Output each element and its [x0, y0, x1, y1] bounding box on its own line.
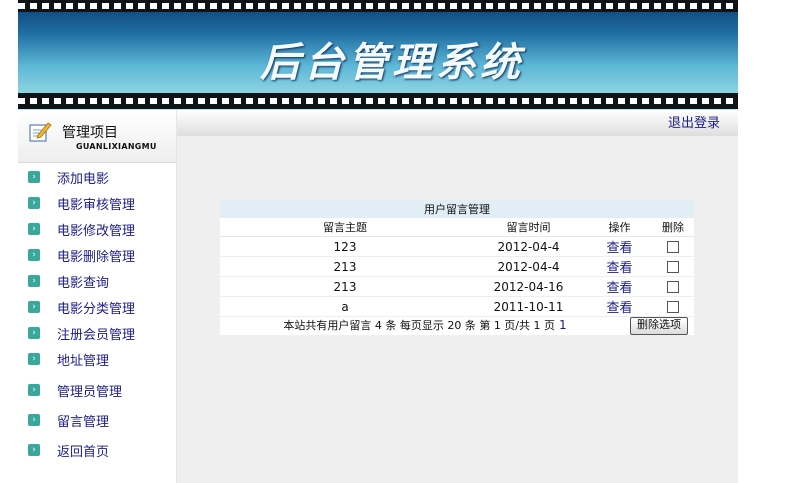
- arrow-bullet-icon: ›: [28, 353, 40, 365]
- arrow-bullet-icon: ›: [28, 223, 40, 235]
- message-table: 用户留言管理 留言主题 留言时间 操作 删除 123 2012-04-4 查看 …: [220, 200, 694, 335]
- main-topbar: 退出登录: [177, 110, 738, 136]
- message-time: 2011-10-11: [470, 296, 587, 317]
- sidebar-title: 管理项目: [62, 125, 118, 141]
- message-subject: 213: [220, 276, 470, 297]
- delete-checkbox[interactable]: [667, 301, 679, 313]
- sidebar-item-add-movie[interactable]: › 添加电影: [28, 166, 109, 188]
- pagination-summary: 本站共有用户留言 4 条 每页显示 20 条 第 1 页/共 1 页: [283, 319, 556, 332]
- arrow-bullet-icon: ›: [28, 171, 40, 183]
- message-time: 2012-04-4: [470, 236, 587, 257]
- sidebar-item-movie-edit[interactable]: › 电影修改管理: [28, 218, 135, 240]
- delete-selected-button[interactable]: 删除选项: [630, 317, 688, 335]
- delete-checkbox[interactable]: [667, 281, 679, 293]
- table-row: a 2011-10-11 查看: [220, 296, 694, 317]
- arrow-bullet-icon: ›: [28, 327, 40, 339]
- main-content: 退出登录 用户留言管理 留言主题 留言时间 操作 删除 123 2012-04-…: [177, 110, 738, 483]
- view-link[interactable]: 查看: [587, 276, 652, 297]
- film-strip-top: [18, 0, 738, 12]
- arrow-bullet-icon: ›: [28, 444, 40, 456]
- sidebar-item-movie-delete[interactable]: › 电影删除管理: [28, 244, 135, 266]
- message-time: 2012-04-4: [470, 256, 587, 277]
- view-link[interactable]: 查看: [587, 236, 652, 257]
- delete-checkbox[interactable]: [667, 261, 679, 273]
- table-row: 213 2012-04-4 查看: [220, 256, 694, 277]
- page-title: 后台管理系统: [260, 39, 524, 86]
- header-banner: 后台管理系统: [18, 0, 738, 110]
- sidebar-item-movie-category[interactable]: › 电影分类管理: [28, 296, 135, 318]
- column-header-subject: 留言主题: [220, 218, 470, 237]
- sidebar-item-messages[interactable]: › 留言管理: [28, 409, 109, 431]
- arrow-bullet-icon: ›: [28, 301, 40, 313]
- logout-link[interactable]: 退出登录: [668, 112, 720, 131]
- sidebar-item-address[interactable]: › 地址管理: [28, 348, 109, 370]
- table-row: 213 2012-04-16 查看: [220, 276, 694, 297]
- column-header-action: 操作: [587, 218, 652, 237]
- sidebar-item-admins[interactable]: › 管理员管理: [28, 379, 122, 401]
- table-footer: 本站共有用户留言 4 条 每页显示 20 条 第 1 页/共 1 页1 删除选项: [220, 316, 694, 335]
- sidebar-item-home[interactable]: › 返回首页: [28, 439, 109, 461]
- delete-checkbox[interactable]: [667, 241, 679, 253]
- arrow-bullet-icon: ›: [28, 414, 40, 426]
- film-strip-bottom: [18, 93, 738, 109]
- page-link[interactable]: 1: [559, 318, 567, 332]
- sidebar-item-members[interactable]: › 注册会员管理: [28, 322, 135, 344]
- column-header-delete: 删除: [652, 218, 694, 237]
- sidebar: 管理项目 GUANLIXIANGMU › 添加电影 › 电影审核管理 › 电影修改管理…: [18, 110, 177, 483]
- view-link[interactable]: 查看: [587, 296, 652, 317]
- sidebar-header: 管理项目 GUANLIXIANGMU: [18, 110, 176, 163]
- arrow-bullet-icon: ›: [28, 384, 40, 396]
- message-time: 2012-04-16: [470, 276, 587, 297]
- column-header-time: 留言时间: [470, 218, 587, 237]
- message-subject: a: [220, 296, 470, 317]
- table-title: 用户留言管理: [220, 200, 694, 218]
- view-link[interactable]: 查看: [587, 256, 652, 277]
- table-row: 123 2012-04-4 查看: [220, 236, 694, 257]
- sidebar-item-movie-search[interactable]: › 电影查询: [28, 270, 109, 292]
- sidebar-item-movie-review[interactable]: › 电影审核管理: [28, 192, 135, 214]
- sidebar-subtitle: GUANLIXIANGMU: [76, 142, 157, 151]
- arrow-bullet-icon: ›: [28, 197, 40, 209]
- arrow-bullet-icon: ›: [28, 249, 40, 261]
- arrow-bullet-icon: ›: [28, 275, 40, 287]
- message-subject: 123: [220, 236, 470, 257]
- memo-pencil-icon: [29, 122, 52, 142]
- message-subject: 213: [220, 256, 470, 277]
